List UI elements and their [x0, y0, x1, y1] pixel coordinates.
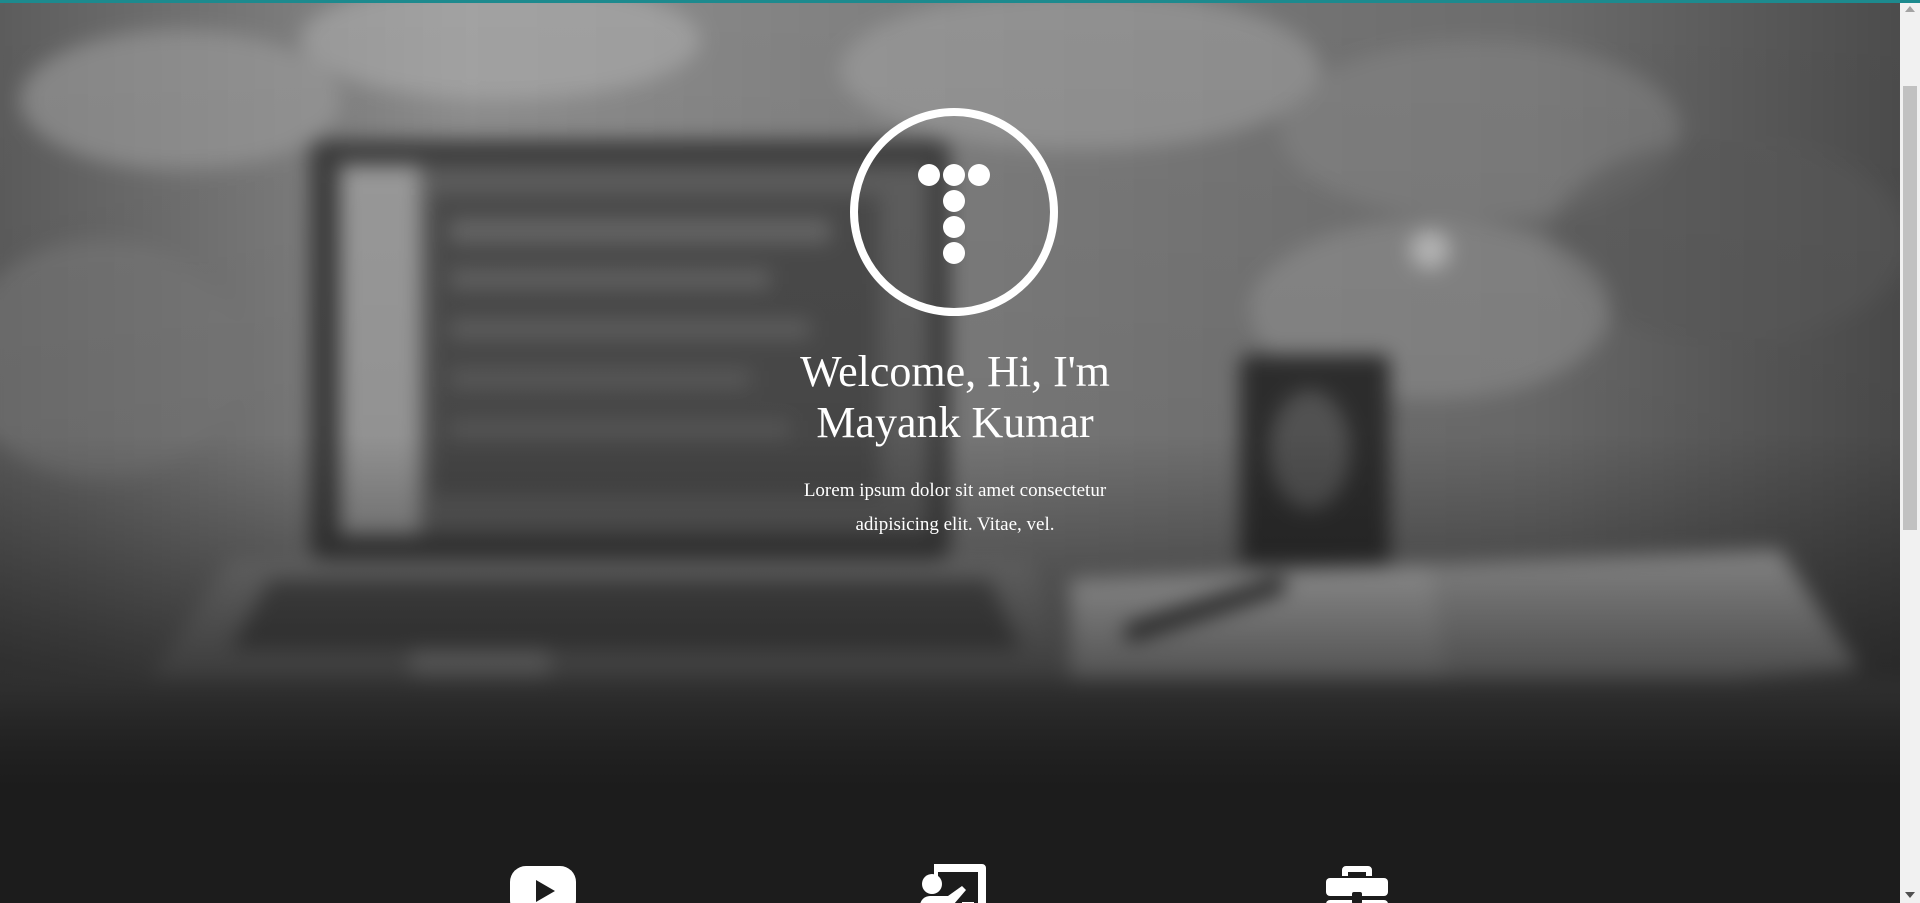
hero-description-line-1: Lorem ipsum dolor sit amet consectetur [803, 480, 1107, 501]
top-accent-line [0, 0, 1920, 3]
hero-title-line-1: Welcome, Hi, I'm [800, 347, 1110, 396]
hero-description: Lorem ipsum dolor sit amet consectetur a… [770, 474, 1140, 542]
briefcase-icon [1326, 866, 1388, 903]
hero-title-line-2: Mayank Kumar [816, 398, 1094, 447]
hero-title: Welcome, Hi, I'm Mayank Kumar [750, 346, 1160, 448]
scrollbar-thumb[interactable] [1903, 86, 1917, 530]
page-scrollbar[interactable] [1900, 0, 1920, 903]
page-viewport: Welcome, Hi, I'm Mayank Kumar Lorem ipsu… [0, 0, 1900, 903]
hero-description-line-2: adipisicing elit. Vitae, vel. [855, 514, 1055, 535]
hero-content: Welcome, Hi, I'm Mayank Kumar Lorem ipsu… [0, 0, 1900, 790]
hero-section: Welcome, Hi, I'm Mayank Kumar Lorem ipsu… [0, 0, 1900, 790]
dotted-t-logo-icon [850, 108, 1058, 316]
teacher-board-icon [920, 864, 986, 903]
youtube-icon [510, 866, 576, 903]
scroll-down-arrow-icon[interactable] [1900, 886, 1920, 903]
